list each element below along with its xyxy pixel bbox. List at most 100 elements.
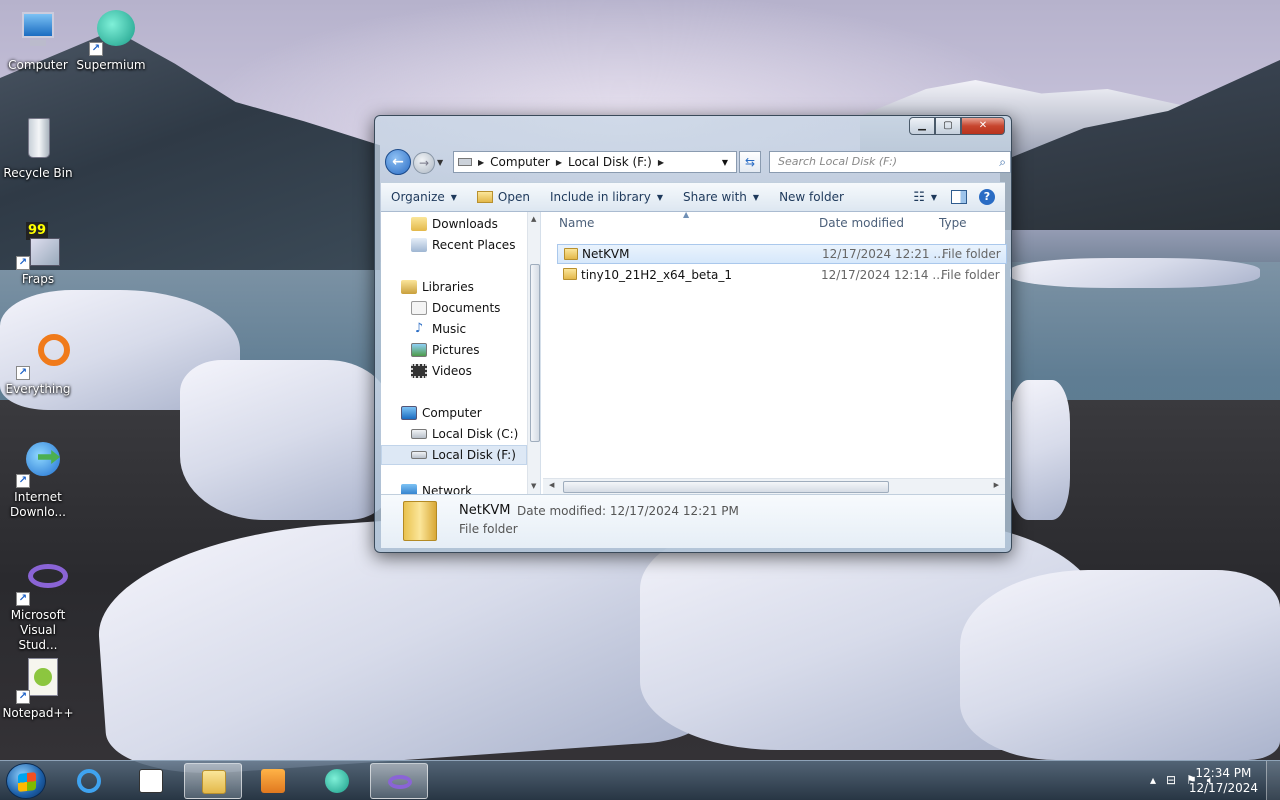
clock[interactable]: 12:34 PM 12/17/2024 [1189, 766, 1258, 796]
taskbar-windows-explorer[interactable] [184, 763, 242, 799]
new-folder-button[interactable]: New folder [769, 183, 854, 211]
open-button[interactable]: Open [467, 183, 540, 211]
desktop-icon-recycle-bin[interactable]: Recycle Bin [0, 116, 76, 180]
windows-logo-icon [18, 772, 36, 792]
network-tray-icon[interactable]: ⊟ [1166, 773, 1176, 788]
nav-item-local-disk-f[interactable]: Local Disk (F:) [381, 445, 527, 465]
fraps-icon: 99 ↗ [14, 222, 62, 270]
search-input[interactable]: Search Local Disk (F:) ⌕ [769, 151, 1011, 173]
supermium-icon [325, 769, 349, 793]
show-desktop-button[interactable] [1266, 761, 1280, 800]
start-button[interactable] [6, 763, 46, 799]
folder-open-icon [476, 191, 493, 203]
desktop-icon-supermium[interactable]: ↗ Supermium [73, 8, 149, 72]
column-header-date-modified[interactable]: Date modified [819, 216, 904, 236]
nav-item-libraries[interactable]: Libraries [381, 277, 527, 297]
wallpaper-ice [1010, 380, 1070, 520]
change-view-button[interactable]: ☷ ▼ [907, 183, 943, 211]
close-button[interactable]: ✕ [961, 117, 1005, 135]
drive-icon [458, 158, 472, 166]
taskbar-task-manager[interactable] [122, 763, 180, 799]
task-manager-icon [139, 769, 163, 793]
taskbar-internet-explorer[interactable] [60, 763, 118, 799]
taskbar-supermium[interactable] [308, 763, 366, 799]
preview-pane-button[interactable] [943, 183, 975, 211]
media-player-icon [261, 769, 285, 793]
breadcrumb-computer[interactable]: Computer [490, 155, 550, 169]
nav-item-documents[interactable]: Documents [381, 298, 527, 318]
wallpaper-ice [960, 570, 1280, 760]
explorer-window[interactable]: ▁ ▢ ✕ ← → ▼ ▶ Computer ▶ Local Disk (F:)… [374, 115, 1012, 553]
scrollbar-thumb[interactable] [563, 481, 889, 493]
navigation-pane: Downloads Recent Places Libraries Docume… [381, 212, 541, 494]
help-button[interactable]: ? [975, 183, 1005, 211]
clock-time: 12:34 PM [1195, 766, 1252, 780]
breadcrumb-separator-icon[interactable]: ▶ [658, 158, 664, 167]
desktop-icon-everything[interactable]: ↗ Everything [0, 332, 76, 396]
taskbar-visual-studio[interactable] [370, 763, 428, 799]
include-in-library-button[interactable]: Include in library ▼ [540, 183, 673, 211]
taskbar-media-player[interactable] [244, 763, 302, 799]
desktop-icon-label: Internet Downlo... [10, 490, 66, 519]
command-bar: Organize ▼ Open Include in library ▼ Share… [381, 182, 1005, 212]
shortcut-arrow-icon: ↗ [16, 690, 30, 704]
shortcut-arrow-icon: ↗ [89, 42, 103, 56]
preview-pane-icon [951, 190, 967, 204]
horizontal-scrollbar[interactable]: ◀ ▶ [543, 478, 1005, 494]
file-row[interactable]: tiny10_21H2_x64_beta_1 12/17/2024 12:14 … [557, 265, 1007, 285]
address-history-dropdown-icon[interactable]: ▼ [722, 158, 728, 167]
recycle-bin-icon [14, 116, 62, 164]
notepad-plus-plus-icon: ↗ [14, 656, 62, 704]
address-bar[interactable]: ▶ Computer ▶ Local Disk (F:) ▶ ▼ [453, 151, 737, 173]
shortcut-arrow-icon: ↗ [16, 592, 30, 606]
desktop-icon-notepad-plus-plus[interactable]: ↗ Notepad++ [0, 656, 76, 720]
nav-item-local-disk-c[interactable]: Local Disk (C:) [381, 424, 527, 444]
desktop-icon-visual-studio[interactable]: ↗ Microsoft Visual Stud... [0, 558, 76, 653]
clock-date: 12/17/2024 [1188, 781, 1258, 795]
nav-item-music[interactable]: ♪ Music [381, 319, 527, 339]
navigation-scrollbar[interactable]: ▲ ▼ [527, 212, 540, 494]
organize-button[interactable]: Organize ▼ [381, 183, 467, 211]
shortcut-arrow-icon: ↗ [16, 366, 30, 380]
desktop-icon-label: Notepad++ [2, 706, 74, 720]
breadcrumb-local-disk-f[interactable]: Local Disk (F:) [568, 155, 652, 169]
back-button[interactable]: ← [385, 149, 411, 175]
nav-item-recent-places[interactable]: Recent Places [381, 235, 527, 255]
refresh-button[interactable]: ⇆ [739, 151, 761, 173]
desktop-icon-label: Supermium [76, 58, 146, 72]
computer-icon [14, 8, 62, 56]
scroll-right-icon[interactable]: ▶ [994, 481, 999, 489]
windows-explorer-icon [202, 770, 226, 794]
column-header-name[interactable]: Name [559, 216, 594, 236]
computer-icon [401, 406, 417, 420]
column-header-type[interactable]: Type [939, 216, 967, 236]
desktop-icon-internet-download-manager[interactable]: ↗ Internet Downlo... [0, 440, 76, 520]
show-hidden-icons-icon[interactable]: ▴ [1150, 773, 1156, 788]
breadcrumb-separator-icon[interactable]: ▶ [556, 158, 562, 167]
scroll-down-icon[interactable]: ▼ [531, 482, 536, 490]
details-item-type: File folder [459, 522, 518, 536]
nav-item-network[interactable]: Network [381, 484, 527, 494]
scroll-up-icon[interactable]: ▲ [531, 215, 536, 223]
nav-item-videos[interactable]: Videos [381, 361, 527, 381]
forward-button[interactable]: → [413, 152, 435, 174]
nav-item-pictures[interactable]: Pictures [381, 340, 527, 360]
system-drive-icon [411, 429, 427, 439]
nav-item-computer[interactable]: Computer [381, 403, 527, 423]
file-row[interactable]: NetKVM 12/17/2024 12:21 ... File folder [557, 244, 1007, 264]
desktop-icon-fraps[interactable]: 99 ↗ Fraps [0, 222, 76, 286]
share-with-button[interactable]: Share with ▼ [673, 183, 769, 211]
scroll-left-icon[interactable]: ◀ [549, 481, 554, 489]
recent-pages-dropdown-icon[interactable]: ▼ [437, 158, 443, 167]
details-date-modified: Date modified: 12/17/2024 12:21 PM [517, 504, 739, 518]
recent-places-icon [411, 238, 427, 252]
nav-item-downloads[interactable]: Downloads [381, 214, 527, 234]
maximize-button[interactable]: ▢ [935, 117, 961, 135]
minimize-button[interactable]: ▁ [909, 117, 935, 135]
desktop-icon-computer[interactable]: Computer [0, 8, 76, 72]
breadcrumb-separator-icon[interactable]: ▶ [478, 158, 484, 167]
scrollbar-thumb[interactable] [530, 264, 540, 442]
search-icon: ⌕ [999, 155, 1006, 169]
dropdown-arrow-icon: ▼ [752, 192, 760, 202]
visual-studio-icon: ↗ [14, 558, 68, 606]
